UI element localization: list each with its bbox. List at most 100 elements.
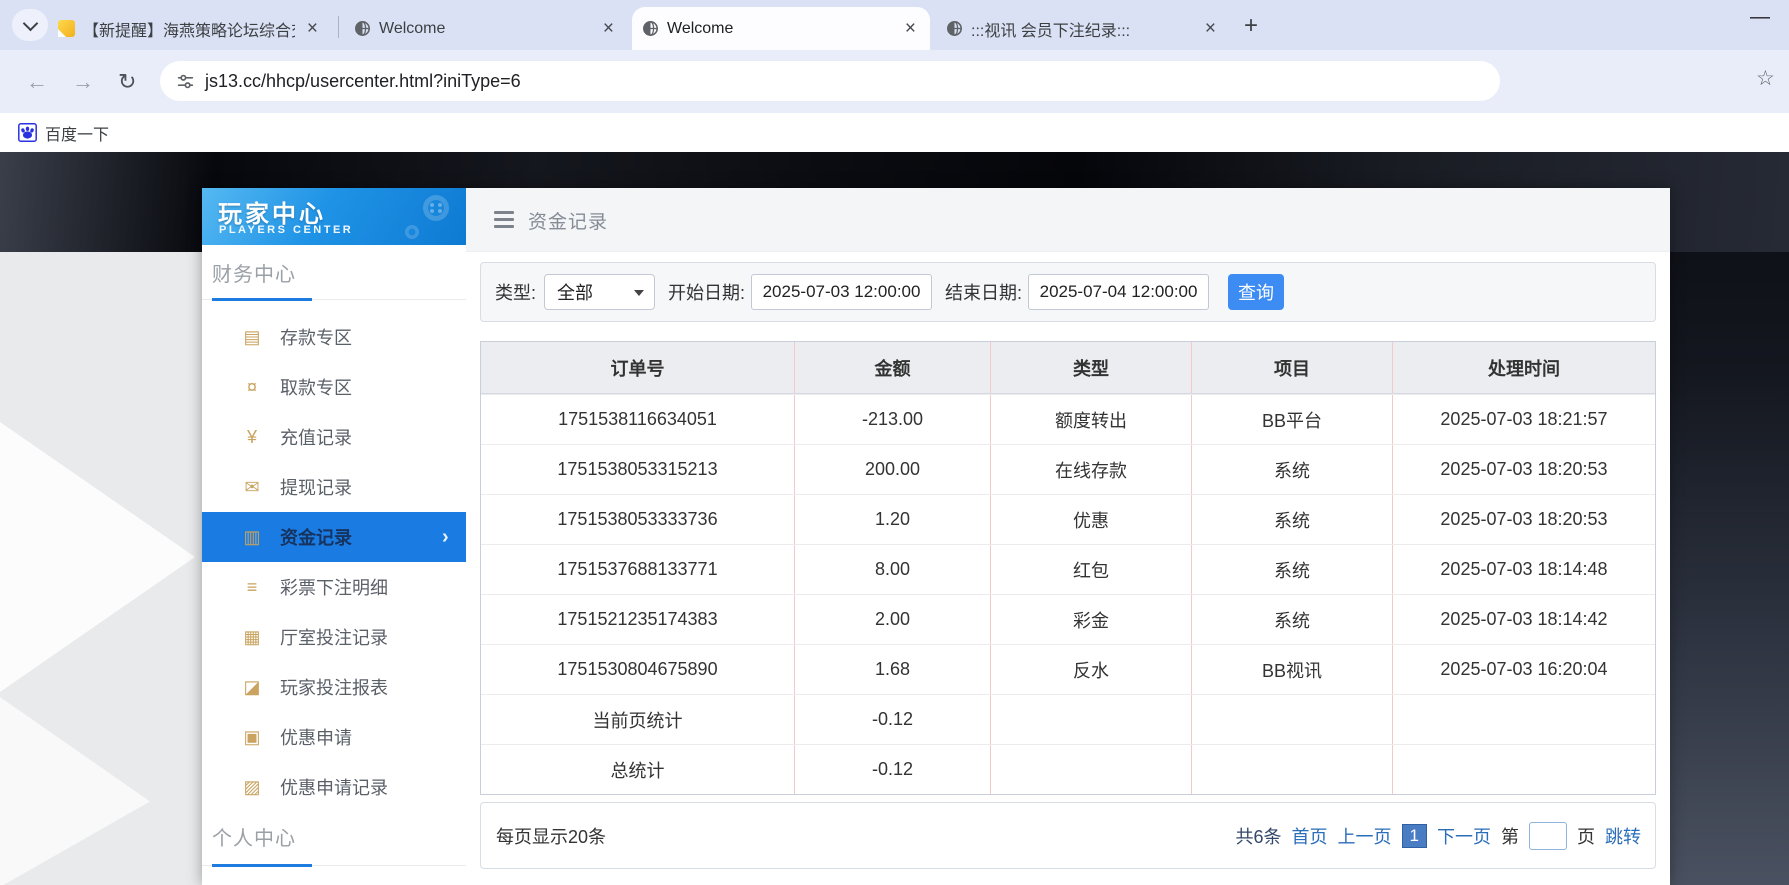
table-cell: 8.00 xyxy=(795,545,991,594)
section-rule-accent xyxy=(212,298,312,301)
sidebar-item-label: 存款专区 xyxy=(280,324,352,350)
table-cell: 系统 xyxy=(1192,445,1393,494)
jump-prefix-label: 第 xyxy=(1501,823,1519,849)
baidu-paw-icon xyxy=(18,123,37,142)
content-header: 资金记录 xyxy=(466,188,1670,252)
start-date-input[interactable] xyxy=(751,274,932,310)
current-page-badge: 1 xyxy=(1402,824,1427,848)
table-cell: 1.68 xyxy=(795,645,991,694)
table-cell: 2025-07-03 18:20:53 xyxy=(1393,495,1655,544)
table-cell: 1751538116634051 xyxy=(481,395,795,444)
table-cell: 1751537688133771 xyxy=(481,545,795,594)
user-center-panel: 玩家中心 PLAYERS CENTER 财务中心 ▤存款专区¤取款专区¥充值记录… xyxy=(202,188,1670,885)
table-cell: -0.12 xyxy=(795,695,991,744)
table-row: 17515380533337361.20优惠系统2025-07-03 18:20… xyxy=(481,494,1655,544)
window-minimize-button[interactable]: — xyxy=(1750,6,1770,29)
header-cell: 金额 xyxy=(795,342,991,393)
prev-page-link[interactable]: 上一页 xyxy=(1338,823,1392,849)
menu-toggle-icon[interactable] xyxy=(494,211,514,232)
table-header-row: 订单号金额类型项目处理时间 xyxy=(481,342,1655,394)
section-label-personal: 个人中心 xyxy=(212,822,296,851)
sidebar-item[interactable]: ◪玩家投注报表 xyxy=(202,662,466,712)
tab-close-icon[interactable]: × xyxy=(303,19,322,38)
start-date-label: 开始日期: xyxy=(668,279,745,305)
sidebar-item[interactable]: ▨优惠申请记录 xyxy=(202,762,466,812)
address-bar[interactable]: js13.cc/hhcp/usercenter.html?iniType=6 xyxy=(160,61,1500,101)
globe-favicon-icon xyxy=(946,20,963,37)
browser-toolbar: ← → ↻ ⌂ js13.cc/hhcp/usercenter.html?ini… xyxy=(0,50,1789,113)
tab-title: :::视讯 会员下注纪录::: xyxy=(971,17,1193,41)
section-rule xyxy=(202,865,466,866)
table-cell: -0.12 xyxy=(795,745,991,794)
sidebar-item-label: 取款专区 xyxy=(280,374,352,400)
table-cell: BB视讯 xyxy=(1192,645,1393,694)
table-cell: 当前页统计 xyxy=(481,695,795,744)
tab-strip: 【新提醒】海燕策略论坛综合交 × Welcome × Welcome × :::… xyxy=(0,0,1789,50)
browser-tab-welcome-active[interactable]: Welcome × xyxy=(632,7,930,50)
player-bet-report-icon: ◪ xyxy=(240,677,264,698)
sidebar-item[interactable]: ▥资金记录› xyxy=(202,512,466,562)
jump-link[interactable]: 跳转 xyxy=(1605,823,1641,849)
table-cell: 1751521235174383 xyxy=(481,595,795,644)
forward-icon[interactable]: → xyxy=(72,69,94,95)
table-row: 17515212351743832.00彩金系统2025-07-03 18:14… xyxy=(481,594,1655,644)
jump-page-input[interactable] xyxy=(1529,822,1567,850)
tab-title: Welcome xyxy=(667,20,893,38)
type-select[interactable]: 全部 xyxy=(544,274,655,310)
new-tab-button[interactable]: + xyxy=(1244,12,1258,40)
table-cell xyxy=(1192,745,1393,794)
browser-tab-forum[interactable]: 【新提醒】海燕策略论坛综合交 × xyxy=(48,7,332,50)
browser-tab-video-records[interactable]: :::视讯 会员下注纪录::: × xyxy=(936,7,1230,50)
table-cell xyxy=(1192,695,1393,744)
reload-icon[interactable]: ↻ xyxy=(118,69,136,95)
table-cell: 反水 xyxy=(991,645,1192,694)
tab-title: 【新提醒】海燕策略论坛综合交 xyxy=(83,17,295,41)
header-cell: 处理时间 xyxy=(1393,342,1655,393)
sidebar-item-label: 优惠申请记录 xyxy=(280,774,388,800)
sidebar-item[interactable]: ¥充值记录 xyxy=(202,412,466,462)
funds-table: 订单号金额类型项目处理时间1751538116634051-213.00额度转出… xyxy=(480,341,1656,795)
type-label: 类型: xyxy=(495,279,536,305)
table-cell: BB平台 xyxy=(1192,395,1393,444)
withdraw-hand-icon: ¤ xyxy=(240,377,264,398)
withdrawal-record-icon: ✉ xyxy=(240,477,264,498)
sidebar-item-label: 提现记录 xyxy=(280,474,352,500)
sidebar-item[interactable]: ▤存款专区 xyxy=(202,312,466,362)
chevron-right-icon: › xyxy=(442,526,449,549)
sidebar-item[interactable]: ≡ 彩票下注明细 xyxy=(202,562,466,612)
gamepad-icon xyxy=(392,192,456,242)
table-cell: 2025-07-03 18:14:42 xyxy=(1393,595,1655,644)
bookmark-baidu[interactable]: 百度一下 xyxy=(18,121,109,145)
sidebar-item-label: 彩票下注明细 xyxy=(280,574,388,600)
table-cell: -213.00 xyxy=(795,395,991,444)
end-date-input[interactable] xyxy=(1028,274,1209,310)
tab-search-button[interactable] xyxy=(12,9,48,41)
header-cell: 类型 xyxy=(991,342,1192,393)
search-button[interactable]: 查询 xyxy=(1228,274,1284,310)
first-page-link[interactable]: 首页 xyxy=(1292,823,1328,849)
sidebar-item[interactable]: ¤ 取款专区 xyxy=(202,362,466,412)
next-page-link[interactable]: 下一页 xyxy=(1437,823,1491,849)
sidebar: 玩家中心 PLAYERS CENTER 财务中心 ▤存款专区¤取款专区¥充值记录… xyxy=(202,188,466,885)
table-cell: 总统计 xyxy=(481,745,795,794)
bookmark-star-icon[interactable]: ☆ xyxy=(1756,66,1775,91)
table-row: 17515376881337718.00红包系统2025-07-03 18:14… xyxy=(481,544,1655,594)
table-cell xyxy=(991,695,1192,744)
back-icon[interactable]: ← xyxy=(26,69,48,95)
section-label-finance: 财务中心 xyxy=(212,258,296,287)
sidebar-item[interactable]: ✉ 提现记录 xyxy=(202,462,466,512)
sidebar-item[interactable]: ▦厅室投注记录 xyxy=(202,612,466,662)
table-cell: 2025-07-03 16:20:04 xyxy=(1393,645,1655,694)
tab-close-icon[interactable]: × xyxy=(599,19,618,38)
table-row: 总统计-0.12 xyxy=(481,744,1655,794)
page-background-left xyxy=(0,152,202,885)
tab-close-icon[interactable]: × xyxy=(1201,19,1220,38)
tab-close-icon[interactable]: × xyxy=(901,19,920,38)
sidebar-item[interactable]: ▣优惠申请 xyxy=(202,712,466,762)
lottery-bet-detail-icon: ≡ xyxy=(240,577,264,598)
sidebar-item-label: 充值记录 xyxy=(280,424,352,450)
bookmarks-bar: 百度一下 xyxy=(0,113,1789,152)
table-row: 1751538116634051-213.00额度转出BB平台2025-07-0… xyxy=(481,394,1655,444)
browser-tab-welcome-1[interactable]: Welcome × xyxy=(344,7,628,50)
site-info-icon[interactable] xyxy=(176,72,195,91)
